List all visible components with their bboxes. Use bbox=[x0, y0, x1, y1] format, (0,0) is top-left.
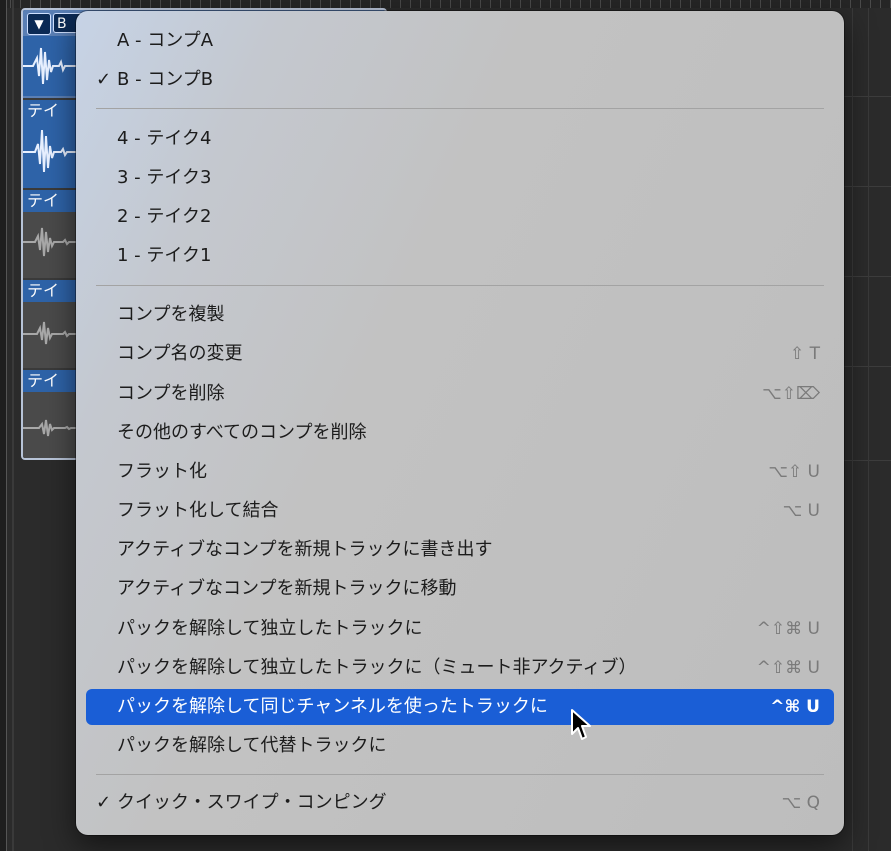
menu-item-unpack-same-channel[interactable]: パックを解除して同じチャンネルを使ったトラックに ^⌘ U bbox=[86, 689, 834, 725]
menu-item-label: フラット化 bbox=[117, 461, 207, 482]
menu-item-take-1[interactable]: 1 - テイク1 bbox=[86, 238, 834, 274]
menu-item-label: A - コンプA bbox=[117, 30, 214, 51]
menu-separator bbox=[96, 108, 824, 109]
menu-item-take-3[interactable]: 3 - テイク3 bbox=[86, 160, 834, 196]
keyboard-shortcut: ^⇧⌘ U bbox=[756, 619, 820, 639]
keyboard-shortcut: ⌥⇧⌦ bbox=[762, 384, 820, 404]
menu-item-label: 3 - テイク3 bbox=[117, 167, 212, 188]
checkmark-icon: ✓ bbox=[96, 792, 112, 813]
take-lane-label: テイ bbox=[27, 101, 60, 120]
menu-item-quick-swipe-comping[interactable]: ✓ クイック・スワイプ・コンピング ⌥ Q bbox=[86, 785, 834, 821]
menu-item-unpack-new-tracks[interactable]: パックを解除して独立したトラックに ^⇧⌘ U bbox=[86, 611, 834, 647]
menu-item-flatten[interactable]: フラット化 ⌥⇧ U bbox=[86, 454, 834, 490]
waveform-icon bbox=[23, 129, 83, 173]
menu-item-label: その他のすべてのコンプを削除 bbox=[117, 422, 367, 443]
take-folder-context-menu: A - コンプA ✓ B - コンプB 4 - テイク4 3 - テイク3 2 … bbox=[76, 11, 844, 835]
mouse-pointer-icon bbox=[571, 709, 591, 740]
take-lane-label: テイ bbox=[23, 370, 83, 392]
track-divider bbox=[12, 0, 14, 851]
menu-item-label: 2 - テイク2 bbox=[117, 206, 212, 227]
menu-item-export-active-comp[interactable]: アクティブなコンプを新規トラックに書き出す bbox=[86, 532, 834, 568]
menu-item-comp-a[interactable]: A - コンプA bbox=[86, 23, 834, 59]
menu-item-label: パックを解除して代替トラックに bbox=[117, 735, 387, 756]
keyboard-shortcut: ⌥⇧ U bbox=[768, 462, 820, 482]
keyboard-shortcut: ^⇧⌘ U bbox=[756, 658, 820, 678]
menu-item-delete-other-comps[interactable]: その他のすべてのコンプを削除 bbox=[86, 415, 834, 451]
waveform-icon bbox=[23, 36, 83, 96]
menu-item-label: コンプを複製 bbox=[117, 304, 225, 325]
menu-separator bbox=[96, 285, 824, 286]
menu-item-move-active-comp[interactable]: アクティブなコンプを新規トラックに移動 bbox=[86, 571, 834, 607]
grid-line bbox=[868, 8, 869, 851]
menu-item-label: フラット化して結合 bbox=[117, 500, 279, 521]
checkmark-icon: ✓ bbox=[96, 69, 112, 90]
keyboard-shortcut: ⌥ U bbox=[782, 501, 820, 521]
menu-item-comp-b[interactable]: ✓ B - コンプB bbox=[86, 62, 834, 98]
menu-item-take-2[interactable]: 2 - テイク2 bbox=[86, 199, 834, 235]
menu-item-label: アクティブなコンプを新規トラックに移動 bbox=[117, 578, 457, 599]
menu-item-duplicate-comp[interactable]: コンプを複製 bbox=[86, 297, 834, 333]
menu-item-label: クイック・スワイプ・コンピング bbox=[117, 792, 387, 813]
waveform-icon bbox=[23, 321, 83, 345]
waveform-icon bbox=[23, 419, 83, 437]
menu-item-label: 1 - テイク1 bbox=[117, 245, 212, 266]
track-header-edge bbox=[0, 0, 7, 851]
menu-item-label: コンプ名の変更 bbox=[117, 343, 243, 364]
timeline-ruler[interactable] bbox=[0, 0, 891, 8]
menu-item-label: 4 - テイク4 bbox=[117, 128, 212, 149]
menu-item-unpack-alternative-tracks[interactable]: パックを解除して代替トラックに bbox=[86, 728, 834, 764]
grid-line bbox=[852, 8, 853, 851]
menu-item-delete-comp[interactable]: コンプを削除 ⌥⇧⌦ bbox=[86, 376, 834, 412]
menu-item-take-4[interactable]: 4 - テイク4 bbox=[86, 121, 834, 157]
menu-item-label: パックを解除して同じチャンネルを使ったトラックに bbox=[117, 696, 548, 717]
take-lane-label: テイ bbox=[23, 280, 83, 302]
keyboard-shortcut: ⇧ T bbox=[789, 344, 820, 364]
menu-item-label: コンプを削除 bbox=[117, 383, 225, 404]
take-lane-label: テイ bbox=[23, 190, 83, 212]
menu-item-label: B - コンプB bbox=[117, 69, 214, 90]
keyboard-shortcut: ^⌘ U bbox=[770, 697, 820, 717]
keyboard-shortcut: ⌥ Q bbox=[781, 793, 820, 813]
take-folder-disclosure-button[interactable]: ▼ bbox=[27, 13, 51, 35]
menu-item-label: パックを解除して独立したトラックに（ミュート非アクティブ） bbox=[117, 657, 637, 678]
menu-separator bbox=[96, 774, 824, 775]
menu-item-label: アクティブなコンプを新規トラックに書き出す bbox=[117, 539, 493, 560]
waveform-icon bbox=[23, 227, 83, 257]
menu-item-flatten-and-merge[interactable]: フラット化して結合 ⌥ U bbox=[86, 493, 834, 529]
menu-item-rename-comp[interactable]: コンプ名の変更 ⇧ T bbox=[86, 336, 834, 372]
menu-item-label: パックを解除して独立したトラックに bbox=[117, 618, 423, 639]
menu-item-unpack-new-tracks-mute-inactive[interactable]: パックを解除して独立したトラックに（ミュート非アクティブ） ^⇧⌘ U bbox=[86, 650, 834, 686]
